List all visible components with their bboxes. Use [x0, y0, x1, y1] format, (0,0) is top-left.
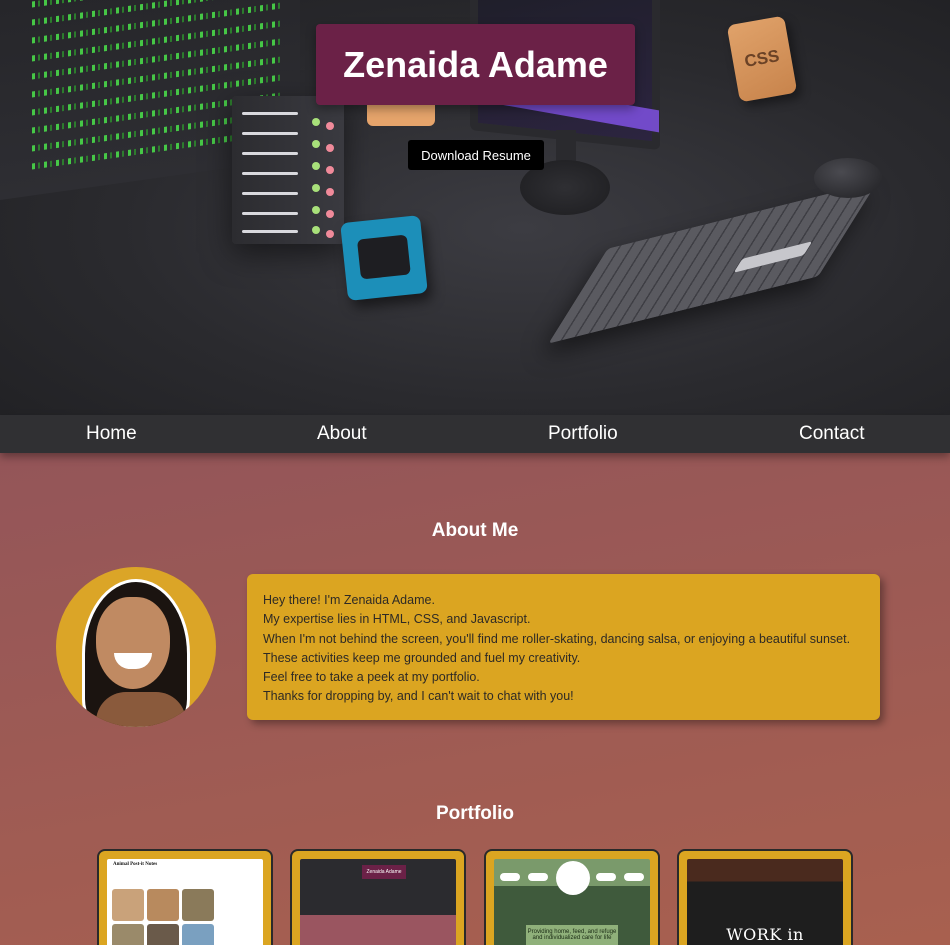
portfolio-preview: Zenaida Adame [300, 859, 456, 945]
site-title: Zenaida Adame [343, 43, 608, 85]
profile-photo [56, 567, 216, 727]
portfolio-preview: WORK in PROGRESS [687, 859, 843, 945]
about-text-card: Hey there! I'm Zenaida Adame. My experti… [247, 574, 880, 720]
about-line: Thanks for dropping by, and I can't wait… [263, 689, 574, 704]
about-line: These activities keep me grounded and fu… [263, 650, 581, 665]
hero-banner: CSS Zenaida Adame Download Resume [0, 0, 950, 415]
mouse-illustration [814, 158, 882, 198]
about-line: Hey there! I'm Zenaida Adame. [263, 593, 435, 607]
nav-about[interactable]: About [317, 423, 367, 445]
about-line: When I'm not behind the screen, you'll f… [263, 631, 851, 646]
site-title-box: Zenaida Adame [316, 24, 635, 105]
portfolio-item-animal-sanctuary[interactable]: Providing home, feed, and refuge and ind… [484, 849, 660, 945]
blue-block-illustration [340, 215, 428, 301]
portfolio-heading: Portfolio [435, 803, 515, 824]
portfolio-preview: Providing home, feed, and refuge and ind… [494, 859, 650, 945]
css-block-illustration: CSS [726, 15, 798, 103]
about-line: My expertise lies in HTML, CSS, and Java… [263, 612, 531, 627]
main-navigation: Home About Portfolio Contact [0, 415, 950, 453]
portfolio-item-personal-site[interactable]: Zenaida Adame [290, 849, 466, 945]
portfolio-item-work-in-progress[interactable]: WORK in PROGRESS [677, 849, 853, 945]
portfolio-preview: Animal Post-it Notes [107, 859, 263, 945]
about-heading: About Me [431, 520, 519, 541]
nav-portfolio[interactable]: Portfolio [548, 423, 618, 445]
portfolio-item-animal-notes[interactable]: Animal Post-it Notes [97, 849, 273, 945]
about-line: Feel free to take a peek at my portfolio… [263, 670, 480, 685]
download-resume-button[interactable]: Download Resume [408, 140, 544, 170]
nav-home[interactable]: Home [86, 423, 137, 445]
nav-contact[interactable]: Contact [799, 423, 864, 445]
server-tower-illustration [232, 96, 344, 244]
